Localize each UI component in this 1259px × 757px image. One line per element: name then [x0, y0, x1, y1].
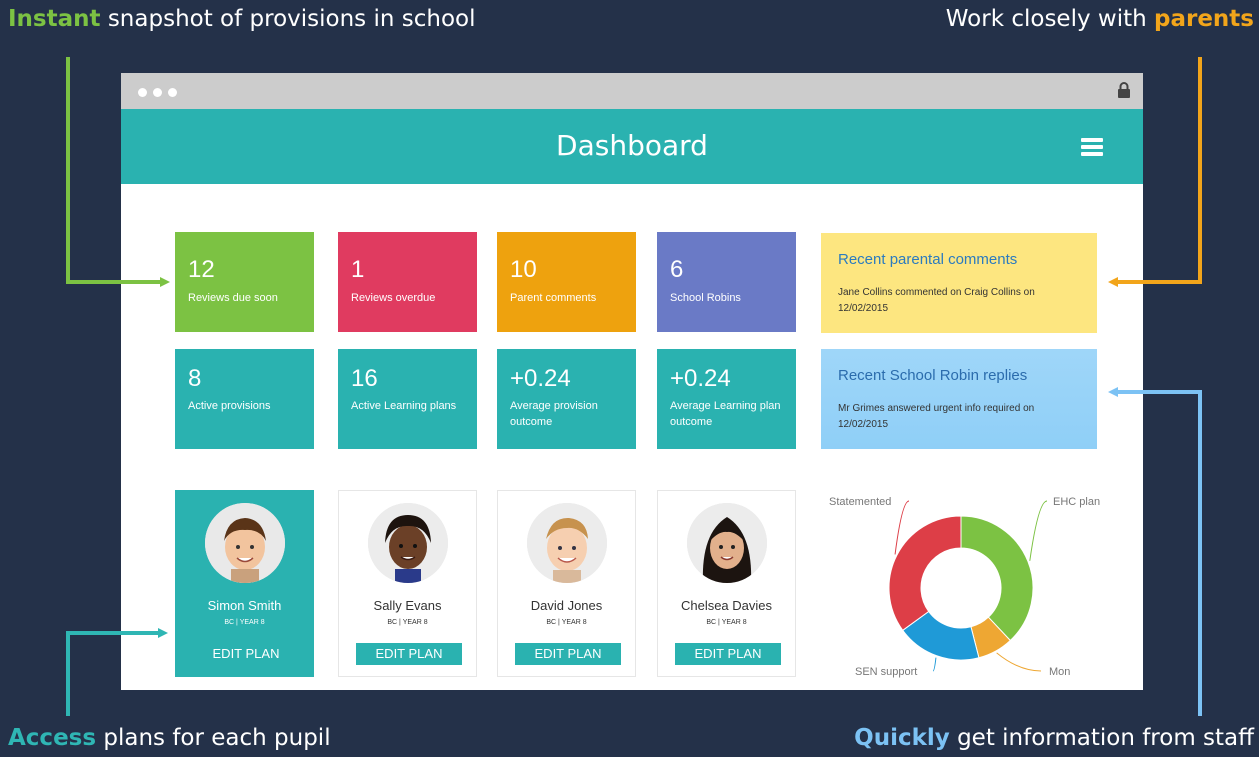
callout-highlight: Access: [8, 725, 97, 751]
tile-parent-comments[interactable]: 10 Parent comments: [497, 232, 636, 332]
leader-line: [1029, 500, 1048, 561]
pupil-class: BC | YEAR 8: [387, 619, 428, 626]
tile-label: Active Learning plans: [351, 400, 457, 412]
callout-text: snapshot of provisions in school: [100, 6, 476, 32]
tile-label: School Robins: [670, 292, 741, 304]
donut-chart-svg: EHC plan Mon SEN support Statemented: [829, 496, 1100, 678]
donut-label: Mon: [1049, 666, 1070, 678]
callout-highlight: parents: [1154, 6, 1254, 32]
tile-label: Active provisions: [188, 400, 271, 412]
panel-text: Jane Collins commented on Craig Collins …: [838, 287, 1035, 314]
pupil-card[interactable]: David Jones BC | YEAR 8 EDIT PLAN: [497, 490, 636, 677]
edit-plan-button[interactable]: EDIT PLAN: [193, 643, 299, 665]
callout-text: plans for each pupil: [96, 725, 331, 751]
callout-quickly: Quickly get information from staff: [854, 725, 1254, 751]
window-dot: [138, 88, 147, 97]
pupil-class: BC | YEAR 8: [224, 619, 265, 626]
tile-school-robins[interactable]: 6 School Robins: [657, 232, 796, 332]
recent-robin-replies-panel[interactable]: Recent School Robin replies Mr Grimes an…: [821, 349, 1097, 449]
tile-value: 12: [188, 256, 215, 283]
callout-parents: Work closely with parents: [946, 6, 1254, 32]
browser-toolbar: [121, 73, 1143, 109]
avatar: [368, 503, 448, 583]
donut-label: EHC plan: [1053, 496, 1100, 508]
callout-text: Work closely with: [945, 6, 1154, 32]
callout-instant: Instant snapshot of provisions in school: [8, 6, 475, 32]
pupil-name: David Jones: [530, 598, 603, 613]
pupil-card[interactable]: Chelsea Davies BC | YEAR 8 EDIT PLAN: [657, 490, 796, 677]
tile-active-learning-plans[interactable]: 16 Active Learning plans: [338, 349, 477, 449]
panel-heading: Recent School Robin replies: [838, 367, 1028, 384]
tile-reviews-overdue[interactable]: 1 Reviews overdue: [338, 232, 477, 332]
browser-window: Dashboard 12 Reviews due soon 1 Reviews …: [121, 73, 1143, 690]
tile-average-learning-plan-outcome[interactable]: +0.24 Average Learning plan outcome: [657, 349, 796, 449]
donut-label: SEN support: [855, 666, 917, 678]
pupil-card[interactable]: Simon Smith BC | YEAR 8 EDIT PLAN: [175, 490, 314, 677]
lock-icon: [1118, 82, 1130, 98]
hamburger-menu-icon[interactable]: [1081, 138, 1103, 156]
edit-plan-button[interactable]: EDIT PLAN: [356, 643, 462, 665]
pupil-class: BC | YEAR 8: [706, 619, 747, 626]
tile-label: Parent comments: [510, 292, 597, 304]
donut-label: Statemented: [829, 496, 891, 508]
tile-value: 16: [351, 365, 378, 392]
tile-active-provisions[interactable]: 8 Active provisions: [175, 349, 314, 449]
provision-donut-chart: EHC plan Mon SEN support Statemented: [821, 485, 1101, 685]
donut-slice-statemented: [888, 515, 962, 632]
leader-line: [932, 657, 937, 672]
tile-value: 8: [188, 365, 202, 392]
app-header: Dashboard: [121, 109, 1143, 184]
leader-line: [996, 652, 1042, 672]
callout-text: get information from staff: [949, 725, 1254, 751]
tile-value: 10: [510, 256, 537, 283]
tile-label: Reviews due soon: [188, 292, 278, 304]
edit-plan-button[interactable]: EDIT PLAN: [675, 643, 781, 665]
pupil-name: Chelsea Davies: [680, 598, 773, 613]
panel-heading: Recent parental comments: [838, 251, 1018, 268]
tile-label: Average Learning plan outcome: [670, 400, 781, 428]
avatar: [527, 503, 607, 583]
callout-highlight: Instant: [8, 6, 101, 32]
pupil-class: BC | YEAR 8: [546, 619, 587, 626]
tile-value: 6: [670, 256, 684, 283]
donut-slice-ehc-plan: [960, 515, 1034, 642]
panel-text: Mr Grimes answered urgent info required …: [838, 403, 1035, 430]
tile-value: +0.24: [510, 365, 571, 392]
page-title: Dashboard: [556, 129, 708, 162]
tile-label: Reviews overdue: [351, 292, 436, 304]
callout-access: Access plans for each pupil: [8, 725, 331, 751]
tile-value: +0.24: [670, 365, 731, 392]
pupil-name: Simon Smith: [207, 598, 282, 613]
window-dot: [168, 88, 177, 97]
edit-plan-button[interactable]: EDIT PLAN: [515, 643, 621, 665]
pupil-name: Sally Evans: [373, 598, 442, 613]
tile-reviews-due[interactable]: 12 Reviews due soon: [175, 232, 314, 332]
tile-value: 1: [351, 256, 365, 283]
avatar: [205, 503, 285, 583]
tile-label: Average provision outcome: [510, 400, 598, 428]
pupil-card[interactable]: Sally Evans BC | YEAR 8 EDIT PLAN: [338, 490, 477, 677]
avatar: [687, 503, 767, 583]
callout-highlight: Quickly: [854, 725, 950, 751]
recent-parental-comments-panel[interactable]: Recent parental comments Jane Collins co…: [821, 233, 1097, 333]
window-dot: [153, 88, 162, 97]
tile-average-provision-outcome[interactable]: +0.24 Average provision outcome: [497, 349, 636, 449]
